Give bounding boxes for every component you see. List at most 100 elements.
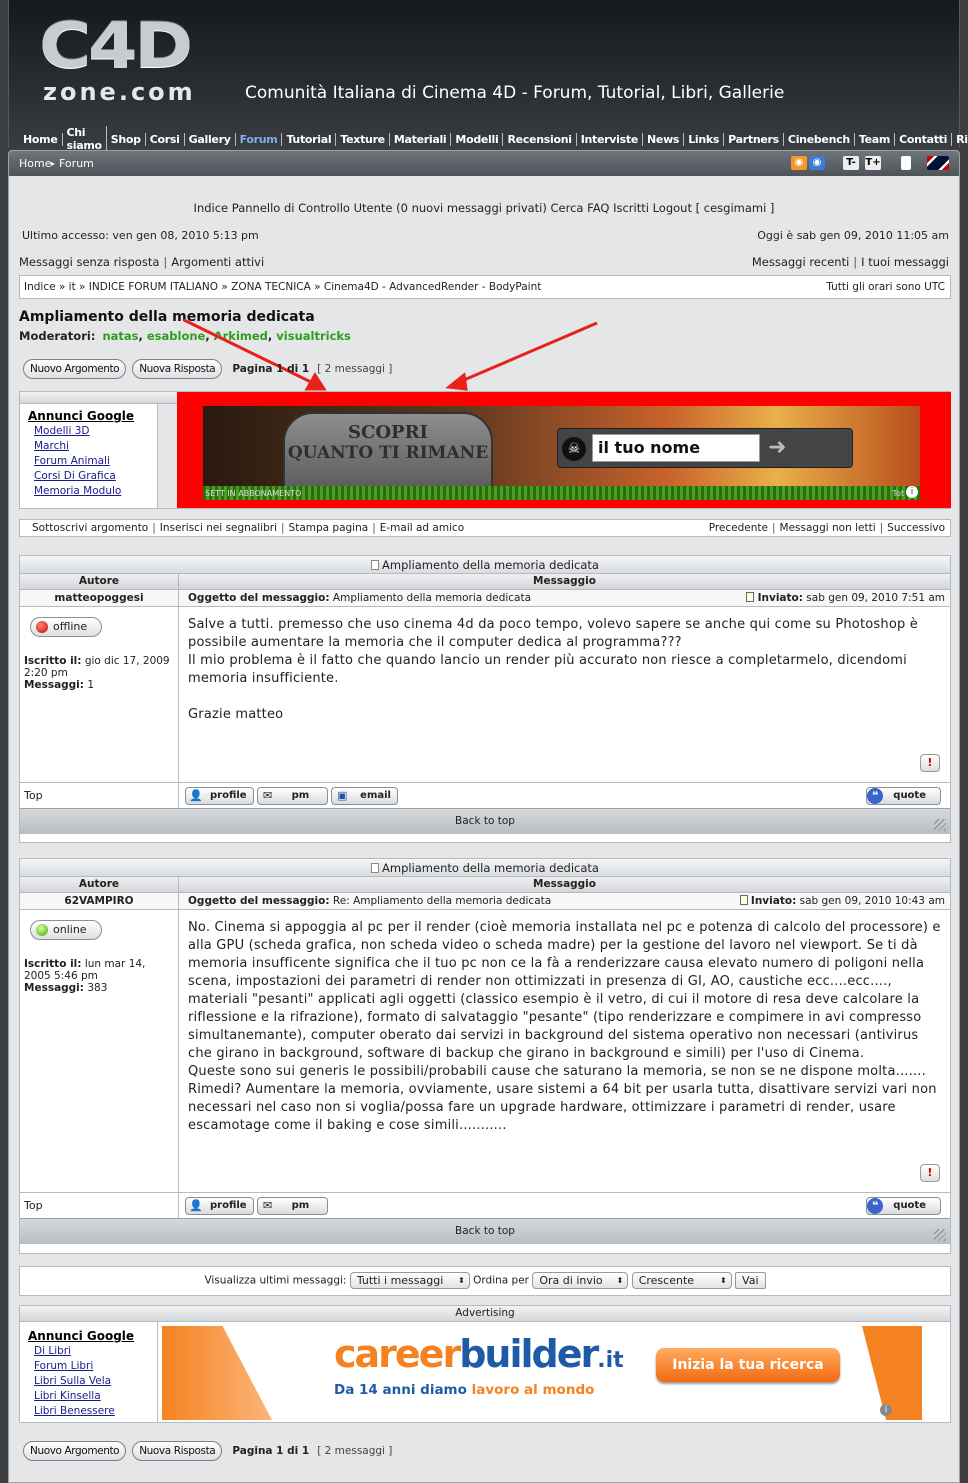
link-faq[interactable]: FAQ bbox=[587, 201, 609, 215]
link-recent-posts[interactable]: Messaggi recenti bbox=[752, 255, 849, 269]
pm-button[interactable]: ✉ pm bbox=[256, 786, 329, 805]
rss-icon[interactable]: ◉ bbox=[791, 156, 807, 170]
status-dot-icon bbox=[36, 621, 48, 633]
back-to-top-link[interactable]: Back to top bbox=[455, 815, 515, 827]
post-page-icon[interactable] bbox=[746, 592, 755, 602]
nav-recensioni[interactable]: Recensioni bbox=[503, 132, 577, 146]
ad-link[interactable]: Marchi bbox=[34, 439, 157, 454]
search-cta-button[interactable]: Inizia la tua ricerca bbox=[656, 1348, 840, 1382]
careerbuilder-logo: careerbuilder.it bbox=[334, 1332, 624, 1376]
nav-modelli[interactable]: Modelli bbox=[451, 132, 504, 146]
link-active-topics[interactable]: Argomenti attivi bbox=[171, 255, 264, 269]
link-bookmark[interactable]: Inserisci nei segnalibri bbox=[160, 522, 277, 534]
separator: | bbox=[372, 522, 376, 534]
report-icon[interactable]: ! bbox=[920, 754, 940, 772]
nav-gallery[interactable]: Gallery bbox=[185, 132, 236, 146]
ad-link[interactable]: Modelli 3D bbox=[34, 424, 157, 439]
page-container: Home ▸ Forum ◉ ◉ T- T+ Indice Pannello d… bbox=[8, 150, 960, 1483]
ad-link[interactable]: Memoria Modulo bbox=[34, 484, 157, 499]
link-print[interactable]: Stampa pagina bbox=[289, 522, 369, 534]
ad-link[interactable]: Libri Sulla Vela bbox=[34, 1374, 157, 1389]
resize-grip-icon bbox=[934, 1229, 946, 1241]
back-to-top-link[interactable]: Back to top bbox=[455, 1225, 515, 1237]
nav-cinebench[interactable]: Cinebench bbox=[784, 132, 855, 146]
direction-select[interactable]: Crescente ⬍ bbox=[631, 1272, 732, 1289]
post-author[interactable]: 62VAMPIRO bbox=[20, 893, 179, 909]
profile-button[interactable]: 👤 profile bbox=[185, 1196, 254, 1215]
link-unanswered[interactable]: Messaggi senza risposta bbox=[19, 255, 159, 269]
reply-button[interactable]: Nuova Risposta bbox=[132, 359, 223, 379]
crumb-home[interactable]: Home bbox=[19, 157, 51, 170]
link-previous[interactable]: Precedente bbox=[709, 522, 768, 534]
english-flag-icon[interactable] bbox=[927, 156, 949, 170]
font-increase-icon[interactable]: T+ bbox=[865, 156, 881, 170]
nav-texture[interactable]: Texture bbox=[336, 132, 390, 146]
nav-home[interactable]: Home bbox=[19, 132, 63, 146]
nav-chi-siamo[interactable]: Chi siamo bbox=[63, 126, 107, 152]
link-subscribe[interactable]: Sottoscrivi argomento bbox=[32, 522, 148, 534]
link-iscritti[interactable]: Iscritti bbox=[613, 201, 649, 215]
nav-links[interactable]: Links bbox=[684, 132, 725, 146]
link-logout[interactable]: Logout [ cesgimami ] bbox=[653, 201, 775, 215]
rss-feed-icon[interactable]: ◉ bbox=[809, 156, 825, 170]
site-logo-sub[interactable]: zone.com bbox=[43, 78, 196, 106]
banner-arrow-icon[interactable]: ➜ bbox=[768, 435, 786, 460]
profile-button[interactable]: 👤 profile bbox=[185, 786, 254, 805]
banner-orange-left bbox=[162, 1326, 272, 1420]
link-indice[interactable]: Indice bbox=[194, 201, 229, 215]
nav-tutorial[interactable]: Tutorial bbox=[282, 132, 337, 146]
link-unread[interactable]: Messaggi non letti bbox=[780, 522, 876, 534]
ad-link[interactable]: Forum Animali bbox=[34, 454, 157, 469]
report-icon[interactable]: ! bbox=[920, 1164, 940, 1182]
ad-link[interactable]: Forum Libri bbox=[34, 1359, 157, 1374]
reply-button[interactable]: Nuova Risposta bbox=[132, 1441, 223, 1461]
link-next[interactable]: Successivo bbox=[887, 522, 945, 534]
messages-filter-select[interactable]: Tutti i messaggi ⬍ bbox=[349, 1272, 470, 1289]
nav-interviste[interactable]: Interviste bbox=[577, 132, 643, 146]
pm-button[interactable]: ✉ pm bbox=[256, 1196, 329, 1215]
new-topic-button[interactable]: Nuovo Argomento bbox=[23, 359, 127, 379]
top-link[interactable]: Top bbox=[20, 782, 179, 809]
nav-contatti[interactable]: Contatti bbox=[895, 132, 953, 146]
quote-button[interactable]: ❝ quote bbox=[866, 1196, 941, 1215]
nav-ricerca[interactable]: Ricerca bbox=[952, 133, 968, 146]
new-topic-button[interactable]: Nuovo Argomento bbox=[23, 1441, 127, 1461]
crumb-forum[interactable]: Forum bbox=[59, 157, 94, 170]
quote-button[interactable]: ❝ quote bbox=[866, 786, 941, 805]
layout-width-icon[interactable] bbox=[901, 156, 911, 170]
ad-link[interactable]: Libri Kinsella bbox=[34, 1389, 157, 1404]
ad-side-title[interactable]: Annunci Google bbox=[28, 1328, 157, 1344]
moderator-link[interactable]: natas bbox=[102, 329, 138, 343]
site-logo[interactable]: C4D bbox=[39, 14, 193, 78]
careerbuilder-banner[interactable]: careerbuilder.it Da 14 anni diamo lavoro… bbox=[162, 1326, 922, 1420]
nav-team[interactable]: Team bbox=[855, 132, 896, 146]
breadcrumb-path[interactable]: Indice » it » INDICE FORUM ITALIANO » ZO… bbox=[24, 281, 541, 293]
email-button[interactable]: ▣ email bbox=[331, 786, 398, 805]
author-header: Autore bbox=[20, 877, 179, 892]
banner-name-input[interactable]: il tuo nome bbox=[592, 434, 760, 462]
ad-link[interactable]: Corsi Di Grafica bbox=[34, 469, 157, 484]
order-select[interactable]: Ora di invio ⬍ bbox=[532, 1272, 629, 1289]
link-cerca[interactable]: Cerca bbox=[551, 201, 584, 215]
nav-news[interactable]: News bbox=[643, 132, 685, 146]
nav-partners[interactable]: Partners bbox=[724, 132, 784, 146]
nav-forum[interactable]: Forum bbox=[236, 132, 283, 146]
link-your-posts[interactable]: I tuoi messaggi bbox=[861, 255, 949, 269]
go-button[interactable]: Vai bbox=[735, 1272, 766, 1289]
ad-side-title[interactable]: Annunci Google bbox=[28, 408, 157, 424]
nav-corsi[interactable]: Corsi bbox=[146, 132, 185, 146]
ad-banner[interactable]: SCOPRI QUANTO TI RIMANE ☠ il tuo nome ➜ … bbox=[203, 406, 920, 500]
ad-link[interactable]: Libri Benessere bbox=[34, 1404, 157, 1419]
ad-info-icon[interactable]: i bbox=[906, 486, 918, 498]
link-email-friend[interactable]: E-mail ad amico bbox=[380, 522, 464, 534]
post-page-icon[interactable] bbox=[739, 895, 748, 905]
post-author[interactable]: matteopoggesi bbox=[20, 590, 179, 606]
link-pannello[interactable]: Pannello di Controllo Utente (0 nuovi me… bbox=[232, 201, 547, 215]
font-decrease-icon[interactable]: T- bbox=[843, 156, 859, 170]
nav-materiali[interactable]: Materiali bbox=[390, 132, 452, 146]
ad-info-icon[interactable]: i bbox=[880, 1404, 892, 1416]
sent-label: Inviato: bbox=[757, 592, 803, 604]
nav-shop[interactable]: Shop bbox=[107, 132, 146, 146]
top-link[interactable]: Top bbox=[20, 1192, 179, 1219]
ad-link[interactable]: Di Libri bbox=[34, 1344, 157, 1359]
